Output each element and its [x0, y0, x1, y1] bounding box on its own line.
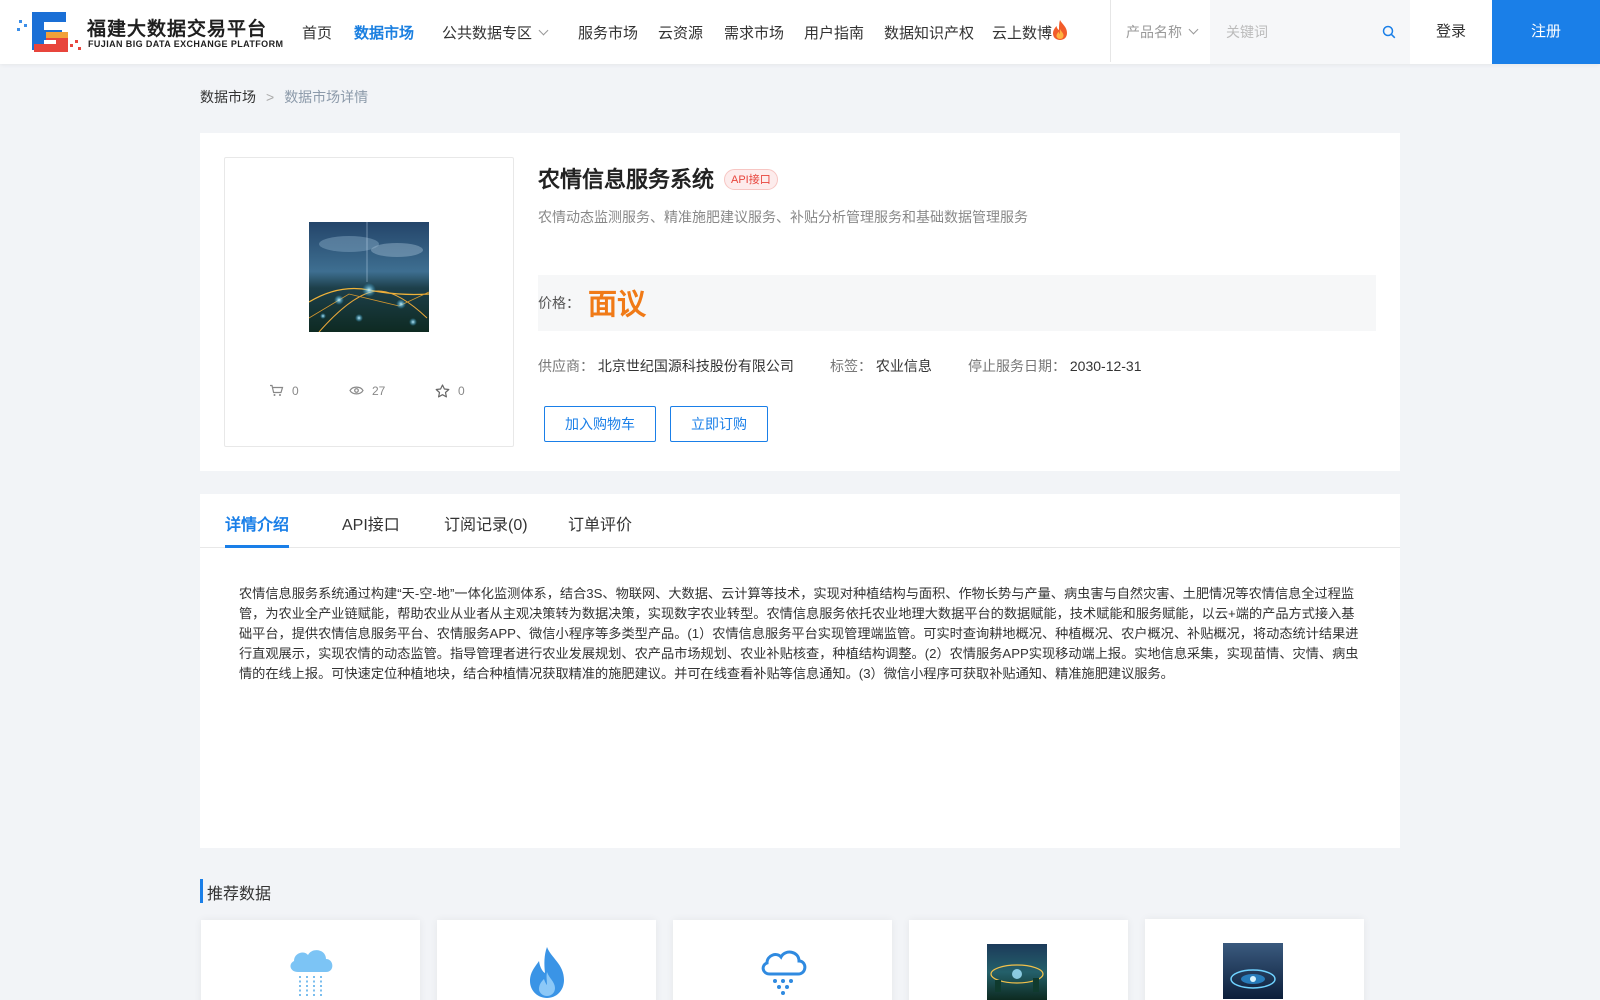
- nav-demand-market[interactable]: 需求市场: [724, 22, 784, 43]
- price-label: 价格：: [538, 295, 580, 311]
- recommended-card-2[interactable]: [437, 920, 656, 1000]
- breadcrumb-current: 数据市场详情: [284, 89, 369, 105]
- product-description: 农情动态监测服务、精准施肥建议服务、补贴分析管理服务和基础数据管理服务: [538, 209, 1028, 225]
- logo-subtitle: FUJIAN BIG DATA EXCHANGE PLATFORM: [88, 39, 284, 49]
- product-thumbnail-image: [309, 222, 429, 332]
- tag-label: 标签：: [830, 358, 872, 374]
- register-button[interactable]: 注册: [1492, 0, 1600, 64]
- flame-icon: [530, 947, 564, 998]
- nav-data-market[interactable]: 数据市场: [354, 22, 414, 43]
- eye-icon: [349, 386, 364, 395]
- section-title-accent: [200, 879, 203, 903]
- logo-icon: [17, 12, 81, 52]
- detail-description: 农情信息服务系统通过构建“天-空-地”一体化监测体系，结合3S、物联网、大数据、…: [239, 586, 1359, 681]
- cart-count-value: 0: [292, 384, 299, 398]
- recommended-card-3[interactable]: [673, 920, 892, 1000]
- search-category-select[interactable]: 产品名称: [1126, 22, 1199, 42]
- tab-subscription-records[interactable]: 订阅记录(0): [444, 511, 528, 535]
- favorite-count-value: 0: [458, 384, 465, 398]
- api-badge: API接口: [724, 169, 778, 190]
- nav-data-ip[interactable]: 数据知识产权: [884, 22, 974, 43]
- supplier-value: 北京世纪国源科技股份有限公司: [597, 358, 794, 374]
- tag-value: 农业信息: [875, 358, 932, 374]
- search-input[interactable]: [1226, 20, 1366, 44]
- chevron-down-icon: [1188, 24, 1199, 35]
- product-card: 0 27 0 农情信息服务系统 API接口 农情动态监测服务、精准施肥建议服务、…: [200, 133, 1400, 471]
- logo-title: 福建大数据交易平台: [87, 19, 268, 40]
- login-button[interactable]: 登录: [1410, 0, 1492, 64]
- nav-divider: [1110, 0, 1111, 62]
- product-title: 农情信息服务系统: [538, 167, 715, 192]
- view-count-value: 27: [372, 384, 386, 398]
- data-circle-thumbnail: [1223, 943, 1283, 999]
- detail-card: 详情介绍 API接口 订阅记录(0) 订单评价 农情信息服务系统通过构建“天-空…: [200, 494, 1400, 848]
- flame-icon: [1053, 20, 1067, 40]
- breadcrumb: 数据市场 > 数据市场详情: [200, 87, 368, 107]
- view-count: 27: [349, 384, 385, 398]
- price-row: 价格： 面议: [538, 275, 1376, 331]
- cart-count: 0: [269, 384, 299, 398]
- tag: 标签： 农业信息: [830, 356, 932, 376]
- active-tab-indicator: [225, 545, 289, 548]
- price-value: 面议: [588, 289, 647, 321]
- recommended-card-1[interactable]: [201, 920, 420, 1000]
- nav-home[interactable]: 首页: [302, 22, 332, 43]
- site-logo[interactable]: 福建大数据交易平台 FUJIAN BIG DATA EXCHANGE PLATF…: [16, 10, 284, 54]
- breadcrumb-separator: >: [266, 89, 275, 105]
- tab-api[interactable]: API接口: [342, 511, 400, 535]
- recommended-title: 推荐数据: [207, 886, 272, 903]
- end-date-value: 2030-12-31: [1069, 358, 1142, 374]
- recommended-card-5[interactable]: [1145, 919, 1364, 1000]
- recommended-card-4[interactable]: [909, 920, 1128, 1000]
- star-icon[interactable]: [435, 384, 450, 398]
- nav-public-data-label: 公共数据专区: [442, 25, 533, 42]
- supplier: 供应商： 北京世纪国源科技股份有限公司: [538, 356, 794, 376]
- cart-icon: [270, 385, 284, 397]
- nav-cloud-resources[interactable]: 云资源: [658, 22, 703, 43]
- nav-service-market[interactable]: 服务市场: [578, 22, 638, 43]
- tabs-bar: 详情介绍 API接口 订阅记录(0) 订单评价: [200, 494, 1400, 548]
- nav-user-guide[interactable]: 用户指南: [804, 22, 864, 43]
- tab-details[interactable]: 详情介绍: [225, 511, 289, 535]
- top-header: 福建大数据交易平台 FUJIAN BIG DATA EXCHANGE PLATF…: [0, 0, 1600, 64]
- city-night-thumbnail: [987, 944, 1047, 1000]
- snow-cloud-icon: [761, 950, 807, 995]
- chevron-down-icon: [538, 25, 549, 36]
- subscribe-button[interactable]: 立即订购: [670, 406, 768, 442]
- search-category-label: 产品名称: [1126, 24, 1182, 40]
- supplier-label: 供应商：: [538, 358, 594, 374]
- favorite-count: 0: [435, 384, 465, 399]
- breadcrumb-data-market[interactable]: 数据市场: [200, 89, 256, 105]
- search-icon[interactable]: [1382, 25, 1396, 39]
- nav-public-data[interactable]: 公共数据专区: [442, 22, 549, 43]
- add-to-cart-button[interactable]: 加入购物车: [544, 406, 656, 442]
- end-date-label: 停止服务日期：: [968, 358, 1066, 374]
- end-date: 停止服务日期： 2030-12-31: [968, 356, 1142, 376]
- rain-cloud-icon: [290, 950, 333, 998]
- product-thumbnail-box: 0 27 0: [224, 157, 514, 447]
- tab-order-reviews[interactable]: 订单评价: [568, 511, 632, 535]
- nav-cloud-expo[interactable]: 云上数博: [992, 22, 1052, 43]
